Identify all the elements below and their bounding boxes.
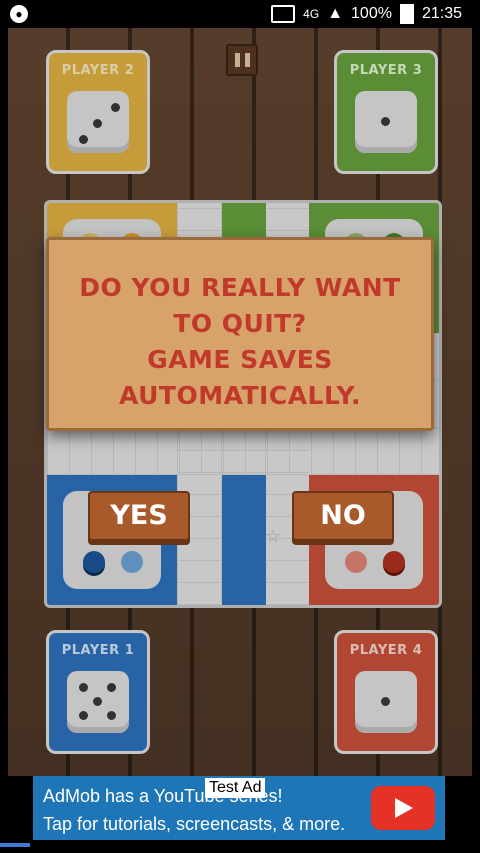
quit-message-line-2: TO QUIT? [173, 309, 307, 338]
network-label: 4G [303, 7, 320, 21]
notification-icon: ● [10, 5, 28, 23]
test-ad-label: Test Ad [205, 778, 266, 798]
youtube-play-icon[interactable] [371, 786, 435, 830]
battery-percent: 100% [351, 5, 392, 22]
signal-icon: ▲ [327, 5, 344, 22]
battery-icon [399, 4, 414, 24]
yes-button[interactable]: YES [88, 491, 190, 541]
play-triangle [395, 798, 413, 818]
status-right: 4G ▲ 100% 21:35 [271, 4, 462, 24]
quit-dialog: DO YOU REALLY WANT TO QUIT? GAME SAVES A… [46, 237, 434, 431]
cast-icon [271, 5, 296, 23]
bottom-bar [0, 840, 480, 853]
quit-message-line-4: AUTOMATICALLY. [119, 381, 361, 410]
no-button[interactable]: NO [292, 491, 394, 541]
quit-message-line-3: GAME SAVES [147, 345, 333, 374]
quit-message: DO YOU REALLY WANT TO QUIT? GAME SAVES A… [49, 270, 431, 414]
ad-subtext: Tap for tutorials, screencasts, & more. [43, 814, 346, 834]
clock-time: 21:35 [421, 5, 462, 22]
quit-message-line-1: DO YOU REALLY WANT [79, 273, 401, 302]
page-progress-indicator [0, 843, 30, 847]
ad-banner[interactable]: AdMob has a YouTube series! Tap for tuto… [33, 776, 445, 840]
status-bar: ● 4G ▲ 100% 21:35 [0, 0, 480, 28]
